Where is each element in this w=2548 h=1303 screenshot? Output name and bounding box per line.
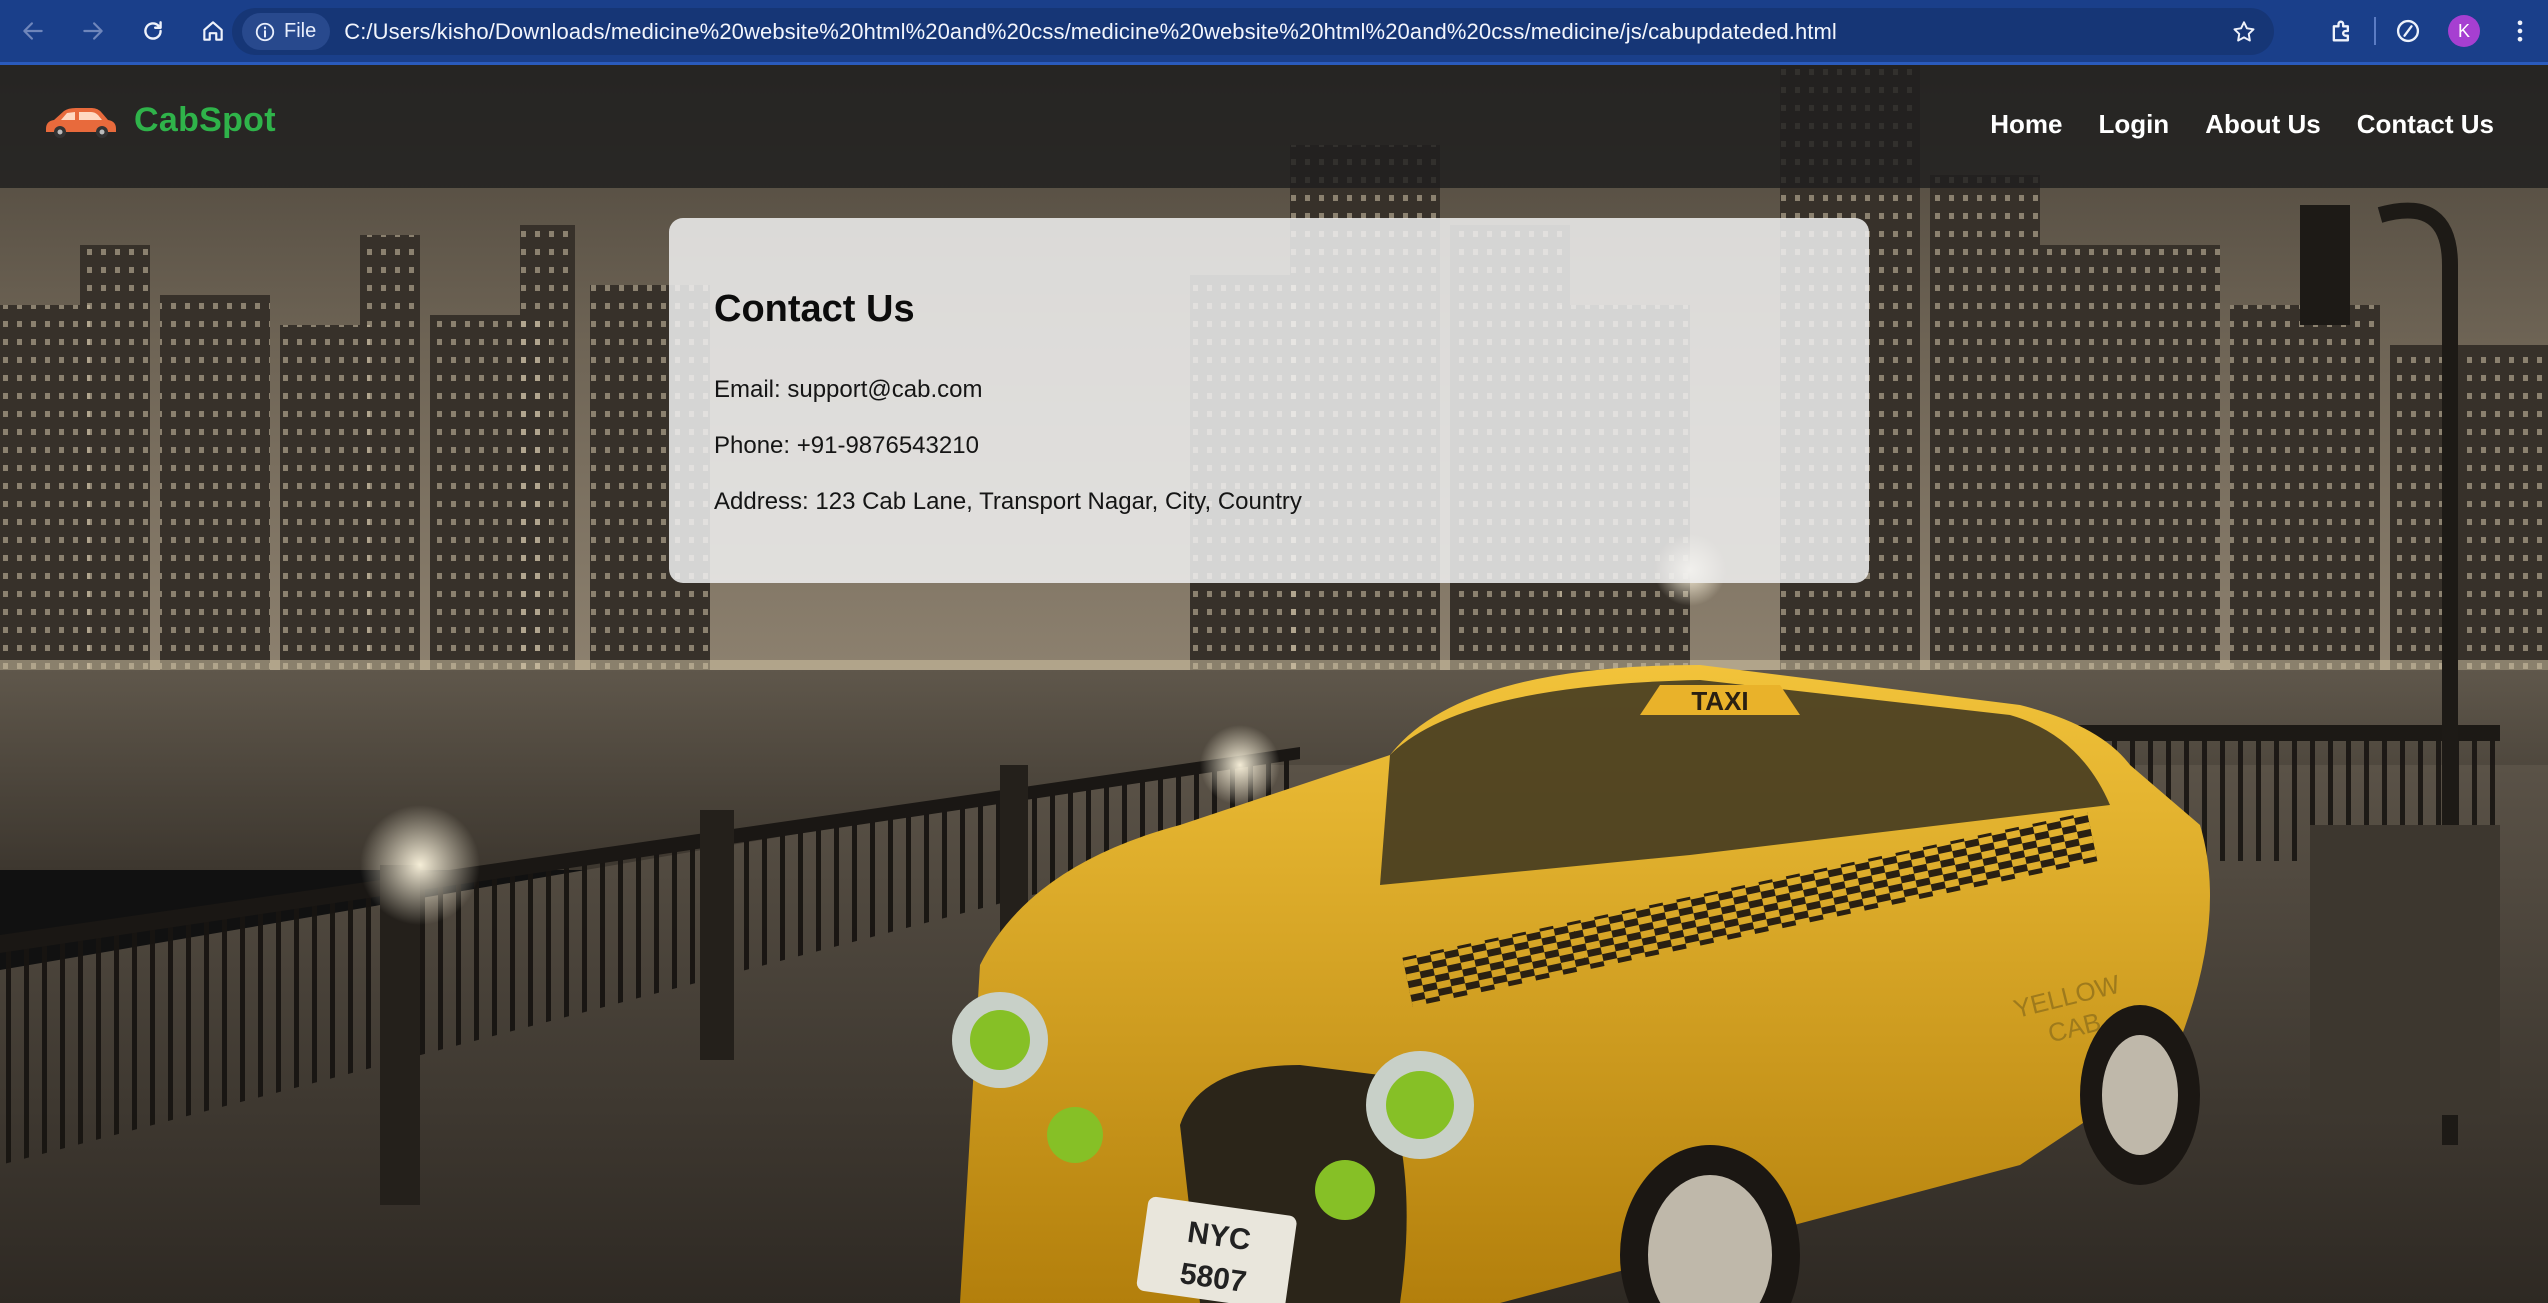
main-nav: Home Login About Us Contact Us — [1990, 109, 2494, 140]
toolbar-divider — [2374, 17, 2376, 45]
bookmark-button[interactable] — [2228, 16, 2260, 48]
forward-arrow-icon — [83, 22, 103, 40]
reload-icon — [144, 21, 162, 40]
contact-title: Contact Us — [714, 288, 915, 330]
speedometer-icon — [2396, 19, 2420, 43]
extensions-button[interactable] — [2314, 3, 2370, 59]
car-icon — [46, 107, 116, 138]
address-bar[interactable]: File C:/Users/kisho/Downloads/medicine%2… — [232, 8, 2274, 55]
site-chip-label: File — [284, 20, 317, 42]
nav-link-about-us[interactable]: About Us — [2205, 109, 2321, 140]
brand-logo[interactable]: CabSpot — [42, 101, 276, 140]
nav-link-home[interactable]: Home — [1990, 109, 2062, 140]
avatar: K — [2448, 15, 2480, 47]
info-icon — [255, 22, 275, 41]
site-navbar: CabSpot Home Login About Us Contact Us — [0, 65, 2548, 188]
url-text[interactable]: C:/Users/kisho/Downloads/medicine%20webs… — [344, 19, 1837, 45]
web-page: TAXI NYC 5807 YELLOW CAB CabSpot Home Lo… — [0, 65, 2548, 1303]
profile-button[interactable]: K — [2436, 3, 2492, 59]
back-button[interactable] — [6, 4, 60, 58]
contact-phone: Phone: +91-9876543210 — [714, 432, 979, 459]
browser-menu-button[interactable] — [2492, 3, 2548, 59]
star-icon — [2233, 21, 2255, 42]
contact-address: Address: 123 Cab Lane, Transport Nagar, … — [714, 488, 1302, 515]
nav-link-contact-us[interactable]: Contact Us — [2357, 109, 2494, 140]
puzzle-icon — [2332, 20, 2349, 42]
reload-button[interactable] — [126, 4, 180, 58]
browser-toolbar: File C:/Users/kisho/Downloads/medicine%2… — [0, 0, 2548, 65]
site-info-chip[interactable]: File — [242, 13, 331, 50]
contact-email: Email: support@cab.com — [714, 376, 983, 403]
back-arrow-icon — [23, 22, 43, 40]
forward-button[interactable] — [66, 4, 120, 58]
contact-card: Contact Us Email: support@cab.com Phone:… — [669, 218, 1869, 583]
taxi-sign-text: TAXI — [1691, 686, 1748, 716]
nav-link-login[interactable]: Login — [2098, 109, 2169, 140]
kebab-menu-icon — [2517, 20, 2523, 42]
performance-button[interactable] — [2380, 3, 2436, 59]
home-icon — [203, 21, 223, 41]
brand-name: CabSpot — [134, 101, 276, 139]
